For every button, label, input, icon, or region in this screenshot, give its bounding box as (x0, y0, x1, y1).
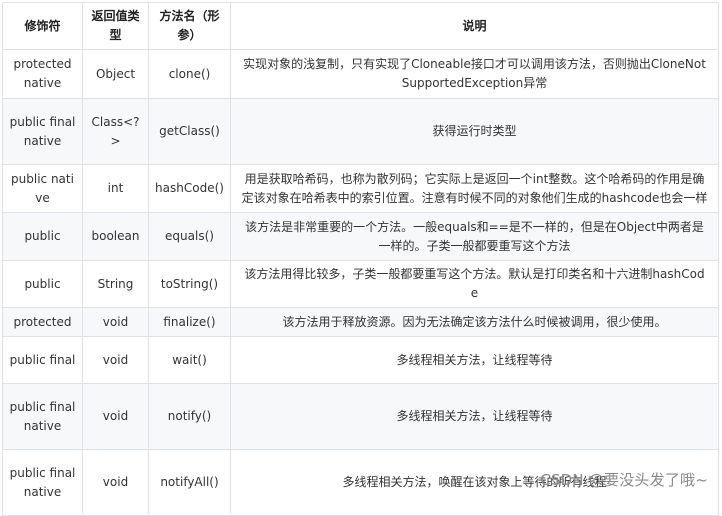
table-row: public final native Class<?> getClass() … (2, 98, 719, 165)
table-row: protected void finalize() 该方法用于释放资源。因为无法… (2, 307, 719, 337)
cell-method: equals() (148, 212, 231, 261)
cell-return-type: Object (82, 49, 149, 99)
cell-method: clone() (148, 49, 231, 99)
table-row: public String toString() 该方法用得比较多，子类一般都要… (2, 260, 719, 308)
table-row: public native int hashCode() 用是获取哈希码，也称为… (2, 164, 719, 213)
cell-modifier: public (2, 260, 83, 308)
cell-return-type: void (82, 307, 149, 337)
cell-modifier: public final native (2, 383, 83, 450)
csdn-watermark: CSDN @要没头发了哦~ (540, 471, 708, 489)
cell-modifier: public final native (2, 98, 83, 165)
cell-description: 该方法是非常重要的一个方法。一般equals和==是不一样的，但是在Object… (230, 212, 719, 261)
cell-description: 多线程相关方法，让线程等待 (230, 336, 719, 384)
cell-method: finalize() (148, 307, 231, 337)
cell-description: 实现对象的浅复制，只有实现了Cloneable接口才可以调用该方法，否则抛出Cl… (230, 49, 719, 99)
cell-description: 该方法用于释放资源。因为无法确定该方法什么时候被调用，很少使用。 (230, 307, 719, 337)
cell-description: 用是获取哈希码，也称为散列码；它实际上是返回一个int整数。这个哈希码的作用是确… (230, 164, 719, 213)
table-row: public boolean equals() 该方法是非常重要的一个方法。一般… (2, 212, 719, 261)
cell-description: 该方法用得比较多，子类一般都要重写这个方法。默认是打印类名和十六进制hashCo… (230, 260, 719, 308)
cell-description: 获得运行时类型 (230, 98, 719, 165)
cell-method: toString() (148, 260, 231, 308)
cell-return-type: String (82, 260, 149, 308)
header-description: 说明 (230, 2, 719, 50)
object-methods-table: 修饰符 返回值类型 方法名（形参） 说明 protected native Ob… (2, 2, 719, 516)
cell-method: notifyAll() (148, 449, 231, 516)
cell-return-type: void (82, 383, 149, 450)
cell-method: hashCode() (148, 164, 231, 213)
cell-return-type: int (82, 164, 149, 213)
cell-description: 多线程相关方法，让线程等待 (230, 383, 719, 450)
cell-method: notify() (148, 383, 231, 450)
cell-method: wait() (148, 336, 231, 384)
table-row: protected native Object clone() 实现对象的浅复制… (2, 49, 719, 99)
cell-modifier: protected native (2, 49, 83, 99)
cell-modifier: protected (2, 307, 83, 337)
table-header-row: 修饰符 返回值类型 方法名（形参） 说明 (2, 2, 719, 50)
table-row: public final native void notify() 多线程相关方… (2, 383, 719, 450)
table-row: public final void wait() 多线程相关方法，让线程等待 (2, 336, 719, 384)
cell-modifier: public final native (2, 449, 83, 516)
cell-method: getClass() (148, 98, 231, 165)
header-method: 方法名（形参） (148, 2, 231, 50)
header-return-type: 返回值类型 (82, 2, 149, 50)
cell-return-type: Class<?> (82, 98, 149, 165)
cell-return-type: void (82, 449, 149, 516)
cell-return-type: void (82, 336, 149, 384)
cell-return-type: boolean (82, 212, 149, 261)
cell-modifier: public (2, 212, 83, 261)
header-modifier: 修饰符 (2, 2, 83, 50)
cell-modifier: public native (2, 164, 83, 213)
cell-modifier: public final (2, 336, 83, 384)
method-table-container: 修饰符 返回值类型 方法名（形参） 说明 protected native Ob… (2, 2, 719, 516)
